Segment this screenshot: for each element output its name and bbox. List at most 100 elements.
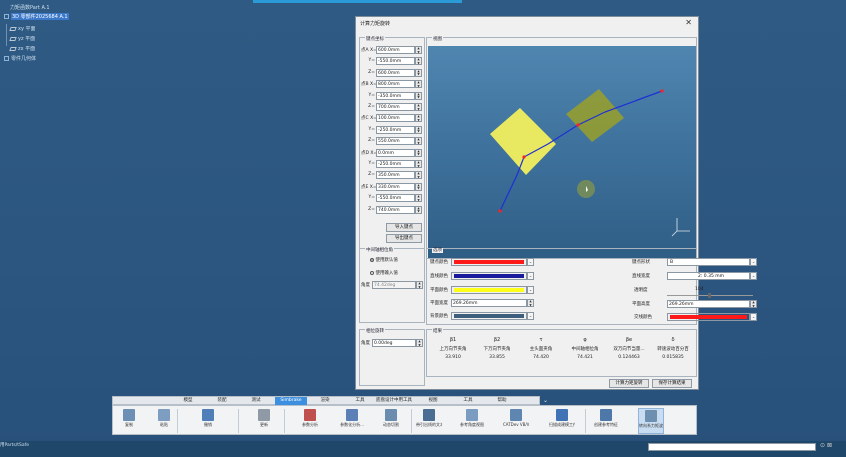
ribbon-tab[interactable]: 渲染 (309, 397, 341, 405)
point-coordinate-input[interactable]: 740.0mm (376, 205, 415, 214)
radio-input[interactable]: 使用输入值 (370, 270, 398, 276)
point-spinner[interactable]: ▲ ▼ (415, 125, 422, 134)
bg-color-dropdown[interactable]: ⌄ (527, 312, 534, 320)
export-points-button[interactable]: 导出键点 (386, 234, 422, 243)
3d-viewport[interactable] (428, 46, 696, 258)
import-points-button[interactable]: 导入键点 (386, 223, 422, 232)
point-spinner[interactable]: ▲ ▼ (415, 160, 422, 168)
point-spinner[interactable]: ▲ ▼ (415, 205, 422, 214)
bg-color-swatch[interactable] (451, 312, 527, 320)
ribbon-tool[interactable]: 转向系力矩波动 (638, 408, 664, 434)
ribbon-tool[interactable]: 动态切割 (378, 408, 404, 434)
point-coordinate-input[interactable]: -550.0mm (376, 194, 415, 203)
settings-icon[interactable]: ⊠ (827, 442, 832, 449)
tree-node-part[interactable]: 3D 零部件2025684 A.1 (4, 13, 69, 20)
save-results-button[interactable]: 保存计算结果 (652, 379, 692, 388)
point-spinner[interactable]: ▲ ▼ (415, 114, 422, 123)
ribbon-tab[interactable]: Simbrake (275, 397, 307, 405)
ribbon-tab[interactable]: 帮助 (487, 397, 517, 405)
radio-default[interactable]: 使用默认值 (370, 257, 398, 263)
tree-root[interactable]: 力矩函数Part A.1 (10, 4, 50, 11)
point-spinner[interactable]: ▲ ▼ (415, 148, 422, 157)
calc-button[interactable]: 计算力矩旋转 (609, 379, 649, 388)
point-spinner[interactable]: ▲ ▼ (415, 57, 422, 66)
point-spinner[interactable]: ▲ ▼ (415, 171, 422, 180)
point-spinner[interactable]: ▲ ▼ (415, 194, 422, 203)
tree-node-xy[interactable]: xy 平面 (9, 25, 36, 32)
point-coordinate-input[interactable]: 0.0mm (376, 148, 415, 157)
intersect-color-swatch[interactable] (667, 313, 750, 321)
plane-color-dropdown[interactable]: ⌄ (527, 286, 534, 294)
ribbon-tool[interactable]: 粘贴 (151, 408, 177, 434)
dialog-title: 计算力矩旋转 (360, 21, 391, 27)
key-color-swatch[interactable] (451, 258, 527, 266)
ribbon-tool[interactable]: 复制 (116, 408, 142, 434)
point-spinner[interactable]: ▲ ▼ (415, 182, 422, 191)
point-coordinate-input[interactable]: 700.0mm (376, 103, 415, 111)
ribbon-tab[interactable]: 测试 (241, 397, 271, 405)
plane-width-input[interactable]: 269.26mm (451, 299, 527, 307)
key-color-dropdown[interactable]: ⌄ (527, 258, 534, 266)
point-spinner[interactable]: ▲ ▼ (415, 46, 422, 54)
point-coordinate-input[interactable]: 800.0mm (376, 80, 415, 89)
tree-node-body[interactable]: 零件几何体 (4, 55, 36, 62)
point-coordinate-input[interactable]: 600.0mm (376, 46, 415, 54)
angle-spinner[interactable]: ▲ ▼ (416, 281, 423, 289)
ribbon-tab[interactable]: 模型 (173, 397, 203, 405)
ribbon-tab[interactable]: 工具 (453, 397, 483, 405)
ribbon-tool[interactable]: 更新 (251, 408, 277, 434)
point-spinner[interactable]: ▲ ▼ (415, 91, 422, 100)
ribbon-tool[interactable]: 参数分析 (297, 408, 323, 434)
ribbon-tool[interactable]: 参考角度视图 (459, 408, 485, 434)
line-color-dropdown[interactable]: ⌄ (527, 272, 534, 280)
offset-spinner[interactable]: ▲ ▼ (416, 339, 423, 347)
offset-group: 相位旋转 角度 0.00deg ▲ ▼ (359, 329, 425, 386)
point-coordinate-input[interactable]: -550.0mm (376, 57, 415, 66)
plane-width-spinner[interactable]: ▲ ▼ (527, 299, 534, 307)
ribbon-tool[interactable]: 带引出线的文本 (416, 408, 442, 434)
angle-input[interactable]: 74.42deg (372, 281, 416, 289)
point-coordinate-input[interactable]: 100.0mm (376, 114, 415, 123)
ribbon-tool[interactable]: CATDev VB/VI... (503, 408, 529, 434)
ribbon-tab[interactable]: 底盘设计中用工具 (373, 397, 415, 405)
line-width-select[interactable]: 2: 0.35 mm (667, 272, 750, 280)
close-icon[interactable]: ✕ (685, 19, 692, 27)
ribbon-tool[interactable]: 创建参考特征 (593, 408, 619, 434)
point-coordinate-input[interactable]: 550.0mm (376, 137, 415, 146)
transparency-slider-thumb[interactable] (708, 293, 711, 298)
key-shape-select[interactable]: B (667, 258, 750, 266)
point-coordinate-input[interactable]: 350.0mm (376, 171, 415, 180)
plane-height-input[interactable]: 269.26mm (667, 300, 750, 308)
ribbon-tab[interactable]: 工具 (349, 397, 371, 405)
line-width-dropdown[interactable]: ⌄ (750, 272, 757, 280)
intersect-color-dropdown[interactable]: ⌄ (750, 313, 757, 321)
status-command: 用Parts/tSafe (0, 443, 29, 448)
ribbon-tool[interactable]: 撤销 (195, 408, 221, 434)
point-coordinate-input[interactable]: -350.0mm (376, 91, 415, 100)
point-spinner[interactable]: ▲ ▼ (415, 103, 422, 111)
offset-input[interactable]: 0.00deg (372, 339, 416, 347)
ribbon-tool[interactable]: 参数化分析... (339, 408, 365, 434)
ribbon-tab[interactable]: 视图 (418, 397, 448, 405)
point-spinner[interactable]: ▲ ▼ (415, 68, 422, 77)
line-color-swatch[interactable] (451, 272, 527, 280)
ribbon-collapse-icon[interactable]: ⌄ (543, 397, 548, 404)
point-coordinate-input[interactable]: -250.0mm (376, 125, 415, 134)
command-input[interactable] (648, 443, 816, 451)
point-coordinate-input[interactable]: 600.0mm (376, 68, 415, 77)
point-spinner[interactable]: ▲ ▼ (415, 137, 422, 146)
tree-node-zx[interactable]: zx 平面 (9, 45, 35, 52)
point-spinner[interactable]: ▲ ▼ (415, 80, 422, 89)
axis-triad-icon (676, 218, 690, 232)
point-label: Y= (368, 58, 375, 64)
key-shape-dropdown[interactable]: ⌄ (750, 258, 757, 266)
plane-color-swatch[interactable] (451, 286, 527, 294)
tree-node-yz[interactable]: yz 平面 (9, 35, 35, 42)
ribbon-tab[interactable]: 装配 (207, 397, 237, 405)
plane-height-spinner[interactable]: ▲ ▼ (750, 300, 757, 308)
status-icons[interactable]: ⊙ ⊠ (820, 442, 832, 449)
point-coordinate-input[interactable]: 330.0mm (376, 182, 415, 191)
search-icon[interactable]: ⊙ (820, 442, 825, 449)
ribbon-tool[interactable]: 扫描成建模工作对象... (549, 408, 575, 434)
point-coordinate-input[interactable]: -250.0mm (376, 160, 415, 168)
